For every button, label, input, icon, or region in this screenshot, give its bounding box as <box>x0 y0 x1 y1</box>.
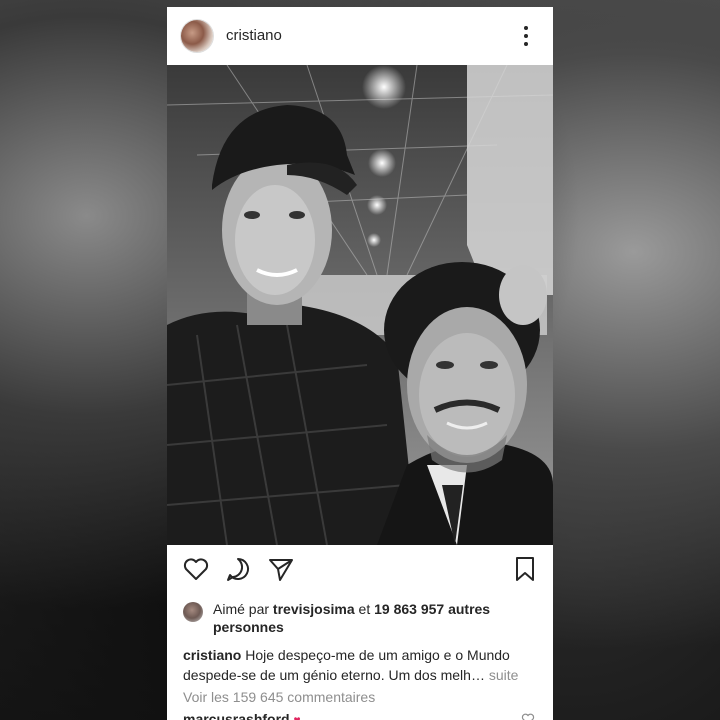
post-header: cristiano <box>167 7 553 65</box>
likes-connector: et <box>358 601 371 617</box>
likes-text[interactable]: Aimé par trevisjosima et 19 863 957 autr… <box>213 600 543 636</box>
comment-like-heart-icon[interactable] <box>521 712 535 720</box>
post-username[interactable]: cristiano <box>226 27 282 44</box>
likes-prefix: Aimé par <box>213 601 270 617</box>
heart-icon[interactable] <box>182 555 210 583</box>
more-vertical-icon[interactable] <box>519 24 533 48</box>
post-actions-bar <box>167 555 553 587</box>
instagram-post-card: cristiano Aimé par trevisjosima et 19 86… <box>167 7 553 720</box>
send-icon[interactable] <box>267 555 295 583</box>
caption-user[interactable]: cristiano <box>183 647 241 663</box>
photo-image <box>167 65 553 545</box>
bookmark-icon[interactable] <box>511 555 539 583</box>
comment-icon[interactable] <box>224 555 252 583</box>
post-caption: cristiano Hoje despeço-me de um amigo e … <box>183 645 541 685</box>
caption-more-link[interactable]: suite <box>489 667 519 683</box>
liker-avatar[interactable] <box>183 602 203 622</box>
broken-heart-icon: ♥ <box>293 713 301 720</box>
view-comments-link[interactable]: Voir les 159 645 commentaires <box>183 689 375 705</box>
comment-row: marcusrashford ♥ <box>183 711 301 720</box>
likes-user[interactable]: trevisjosima <box>273 601 355 617</box>
comment-user[interactable]: marcusrashford <box>183 711 290 720</box>
post-photo[interactable] <box>167 65 553 545</box>
profile-avatar[interactable] <box>181 20 213 52</box>
